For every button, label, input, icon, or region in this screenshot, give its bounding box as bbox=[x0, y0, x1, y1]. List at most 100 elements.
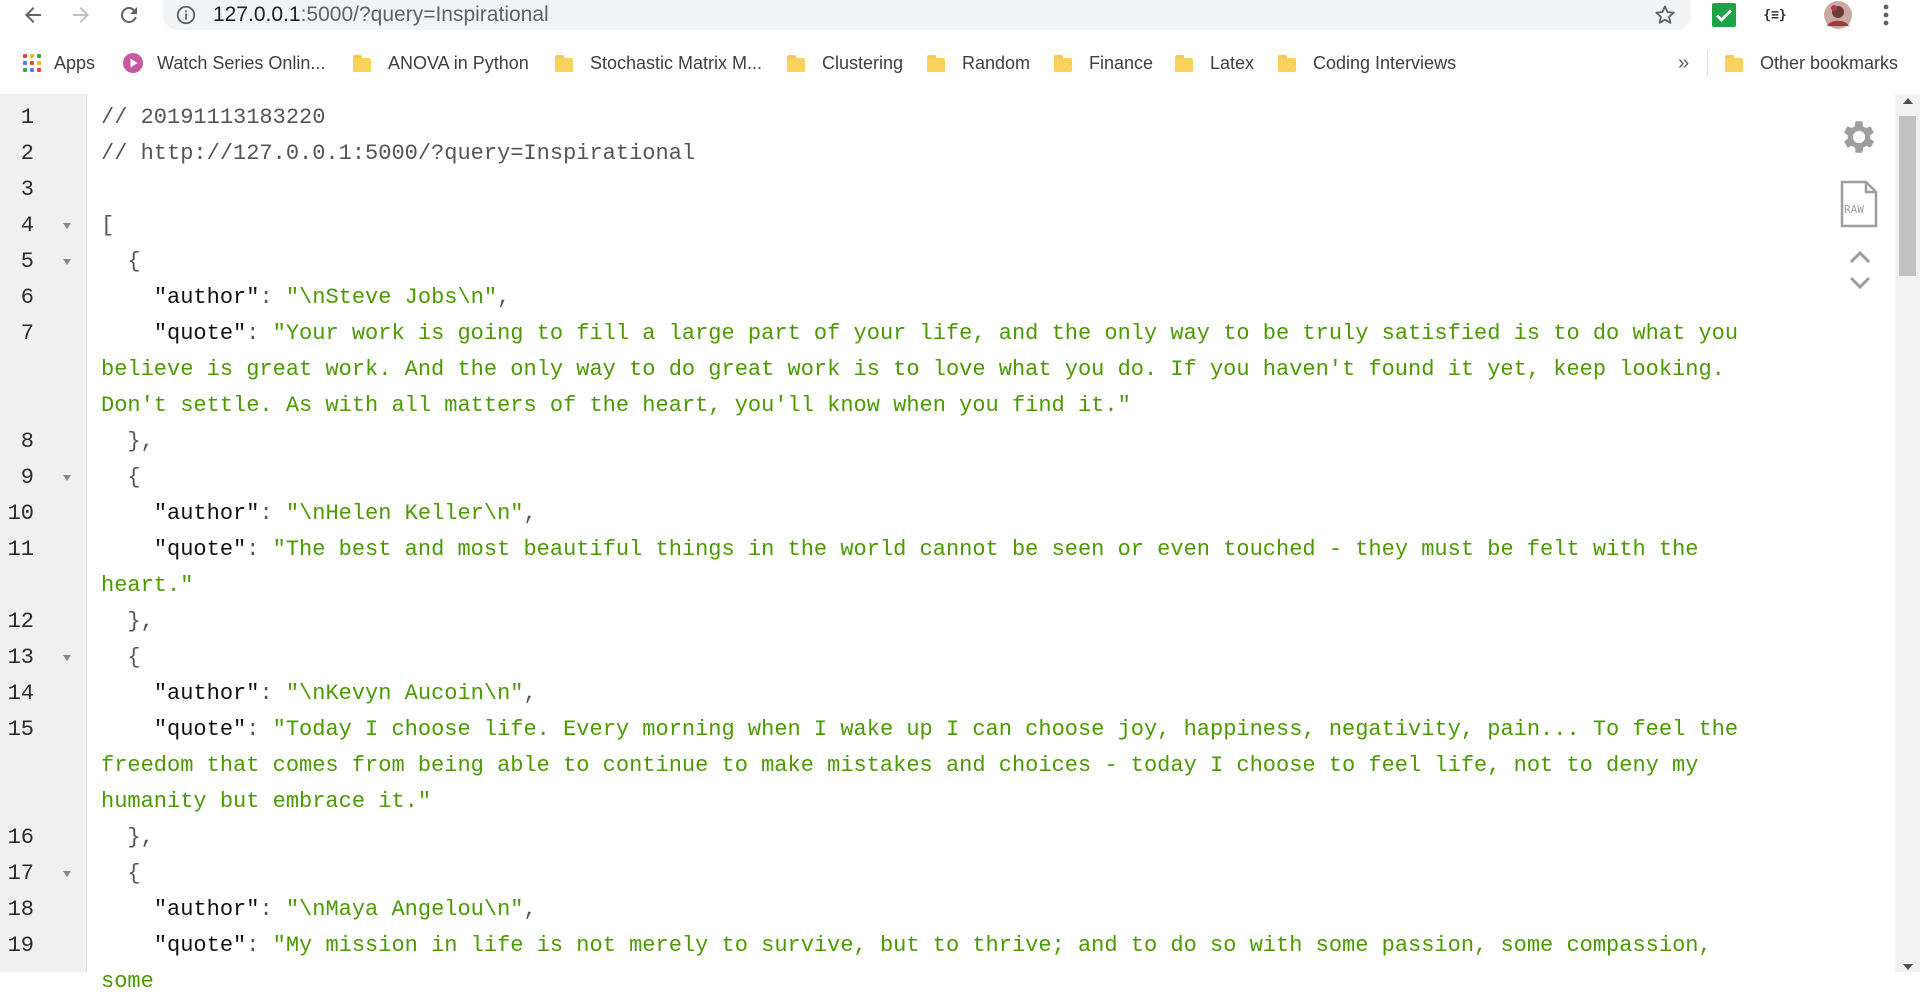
scroll-up-arrow-icon[interactable] bbox=[1903, 98, 1913, 104]
json-viewer-extension[interactable]: {≡} bbox=[1756, 2, 1794, 28]
json-punctuation: : bbox=[246, 933, 273, 958]
json-string: "\nKevyn Aucoin\n" bbox=[285, 681, 524, 706]
line-number: 11 bbox=[7, 537, 34, 562]
line-number: 2 bbox=[20, 141, 34, 166]
settings-gear-icon[interactable] bbox=[1838, 116, 1880, 158]
raw-view-button[interactable]: RAW bbox=[1840, 180, 1878, 228]
json-punctuation bbox=[101, 681, 154, 706]
line-number: 3 bbox=[20, 177, 34, 202]
code-text: { bbox=[86, 460, 1763, 496]
json-punctuation: : bbox=[259, 285, 286, 310]
reload-button[interactable] bbox=[112, 0, 146, 30]
code-text: }, bbox=[86, 424, 1763, 460]
json-punctuation: : bbox=[246, 717, 273, 742]
line-number: 12 bbox=[7, 609, 34, 634]
line-number-cell: 4 bbox=[0, 208, 86, 244]
code-line: 5 { bbox=[0, 244, 1880, 280]
code-text: "author": "\nKevyn Aucoin\n", bbox=[86, 676, 1763, 712]
bookmark-clustering[interactable]: Clustering bbox=[786, 50, 903, 76]
folder-icon bbox=[1277, 53, 1297, 73]
play-icon bbox=[123, 53, 143, 73]
bookmark-watch-series[interactable]: Watch Series Onlin... bbox=[123, 50, 325, 76]
avatar-icon bbox=[1824, 1, 1852, 29]
vertical-scrollbar[interactable] bbox=[1895, 94, 1920, 972]
fold-toggle-icon[interactable] bbox=[63, 871, 71, 877]
json-punctuation: [ bbox=[101, 213, 115, 238]
code-line: 12 }, bbox=[0, 604, 1880, 640]
back-arrow-icon bbox=[25, 7, 41, 23]
fold-toggle-icon[interactable] bbox=[63, 655, 71, 661]
json-punctuation bbox=[101, 501, 154, 526]
kebab-menu-icon bbox=[1883, 4, 1889, 26]
chrome-menu-button[interactable] bbox=[1874, 2, 1898, 28]
json-string: "My mission in life is not merely to sur… bbox=[101, 933, 1725, 994]
code-line: 19 "quote": "My mission in life is not m… bbox=[0, 928, 1880, 1000]
url-text[interactable]: 127.0.0.1:5000/?query=Inspirational bbox=[213, 3, 549, 27]
bookmark-random[interactable]: Random bbox=[926, 50, 1030, 76]
back-button[interactable] bbox=[16, 0, 50, 30]
expand-collapse-icon[interactable] bbox=[1848, 247, 1872, 293]
fold-toggle-icon[interactable] bbox=[63, 223, 71, 229]
bookmark-apps[interactable]: Apps bbox=[22, 50, 95, 76]
json-punctuation bbox=[101, 717, 154, 742]
url-host: 127.0.0.1 bbox=[213, 3, 301, 26]
line-number-cell: 14 bbox=[0, 676, 86, 712]
code-text: "author": "\nSteve Jobs\n", bbox=[86, 280, 1763, 316]
code-text: }, bbox=[86, 604, 1763, 640]
json-string: "\nMaya Angelou\n" bbox=[285, 897, 524, 922]
line-number-cell: 6 bbox=[0, 280, 86, 316]
bookmark-label: ANOVA in Python bbox=[388, 52, 529, 73]
bookmark-finance[interactable]: Finance bbox=[1053, 50, 1153, 76]
scroll-down-arrow-icon[interactable] bbox=[1903, 964, 1913, 970]
info-icon[interactable] bbox=[175, 4, 197, 26]
code-text: [ bbox=[86, 208, 1763, 244]
json-punctuation bbox=[101, 897, 154, 922]
line-number: 4 bbox=[20, 213, 34, 238]
line-number-cell: 7 bbox=[0, 316, 86, 424]
json-string: "Today I choose life. Every morning when… bbox=[101, 717, 1752, 814]
json-punctuation bbox=[101, 321, 154, 346]
code-text: // 20191113183220 bbox=[86, 100, 1763, 136]
forward-button[interactable] bbox=[64, 0, 98, 30]
line-number: 10 bbox=[7, 501, 34, 526]
address-bar[interactable]: 127.0.0.1:5000/?query=Inspirational bbox=[163, 0, 1691, 30]
bookmark-latex[interactable]: Latex bbox=[1174, 50, 1254, 76]
bookmark-label: Apps bbox=[54, 52, 96, 73]
bookmarks-overflow-button[interactable]: » bbox=[1678, 50, 1689, 76]
json-key: "author" bbox=[153, 681, 260, 706]
json-string: "Your work is going to fill a large part… bbox=[101, 321, 1752, 418]
code-text: }, bbox=[86, 820, 1763, 856]
bookmark-label: Clustering bbox=[822, 52, 904, 73]
bookmark-label: Stochastic Matrix M... bbox=[590, 52, 763, 73]
profile-avatar[interactable] bbox=[1822, 1, 1854, 29]
code-line: 17 { bbox=[0, 856, 1880, 892]
bookmark-star-icon[interactable] bbox=[1653, 3, 1677, 27]
json-punctuation: }, bbox=[101, 825, 154, 850]
extension-check[interactable] bbox=[1711, 2, 1737, 28]
scrollbar-thumb[interactable] bbox=[1899, 116, 1916, 276]
green-check-icon bbox=[1712, 3, 1736, 27]
json-punctuation bbox=[101, 537, 154, 562]
bookmark-label: Watch Series Onlin... bbox=[157, 52, 326, 73]
line-number: 16 bbox=[7, 825, 34, 850]
json-key: "quote" bbox=[153, 717, 247, 742]
json-punctuation: : bbox=[259, 897, 286, 922]
overflow-chevron-icon: » bbox=[1678, 51, 1690, 74]
bookmark-other-bookmarks[interactable]: Other bookmarks bbox=[1724, 50, 1898, 76]
line-number: 13 bbox=[7, 645, 34, 670]
code-text: // http://127.0.0.1:5000/?query=Inspirat… bbox=[86, 136, 1763, 172]
code-text: { bbox=[86, 640, 1763, 676]
fold-toggle-icon[interactable] bbox=[63, 259, 71, 265]
reload-icon bbox=[120, 6, 137, 23]
bookmark-coding-interviews[interactable]: Coding Interviews bbox=[1277, 50, 1456, 76]
json-punctuation: }, bbox=[101, 429, 154, 454]
code-text: "author": "\nHelen Keller\n", bbox=[86, 496, 1763, 532]
bookmark-anova-in-python[interactable]: ANOVA in Python bbox=[352, 50, 529, 76]
bookmark-label: Random bbox=[962, 52, 1031, 73]
code-line: 4[ bbox=[0, 208, 1880, 244]
bookmark-stochastic-matrix[interactable]: Stochastic Matrix M... bbox=[554, 50, 762, 76]
fold-toggle-icon[interactable] bbox=[63, 475, 71, 481]
raw-label: RAW bbox=[1844, 203, 1864, 216]
line-number-cell: 11 bbox=[0, 532, 86, 604]
